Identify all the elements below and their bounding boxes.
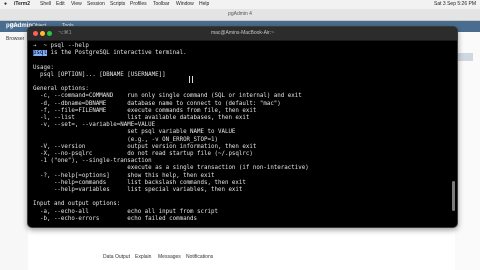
terminal-window[interactable]: ⌥⌘1 mac@Amins-MacBook-Air:~ → ~ psql --h… [27,26,458,228]
browser-tab[interactable]: Browser [6,36,24,42]
terminal-output[interactable]: → ~ psql --help psql is the PostgreSQL in… [28,40,457,227]
terminal-line: -l, --list list available databases, the… [33,115,250,121]
terminal-line: -a, --echo-all echo all input from scrip… [33,208,218,215]
terminal-line: -1 ("one"), --single-transaction [33,158,152,165]
terminal-line: -f, --file=FILENAME execute commands fro… [33,107,257,114]
menu-window[interactable]: Window [176,0,194,9]
menubar-clock[interactable]: Sat 3 Sep 5:26 PM [434,0,476,9]
terminal-line: Input and output options: [33,201,121,208]
terminal-line: (e.g., -v ON_ERROR_STOP=1) [33,136,218,143]
menu-iterm2[interactable]: iTerm2 [14,0,30,9]
terminal-title: mac@Amins-MacBook-Air:~ [210,30,274,36]
terminal-line: -X, --no-psqlrc do not read startup file… [33,151,253,157]
terminal-line: set psql variable NAME to VALUE [33,129,236,136]
tab-explain[interactable]: Explain [135,254,151,260]
selected-text: psql [33,50,47,57]
terminal-line: → ~ psql --help [33,43,89,49]
menu-toolbar[interactable]: Toolbar [153,0,169,9]
menu-session[interactable]: Session [87,0,105,9]
terminal-line: General options: [33,86,89,93]
menu-shell[interactable]: Shell [40,0,51,9]
menu-scripts[interactable]: Scripts [110,0,125,9]
tab-messages[interactable]: Messages [158,254,181,260]
pgadmin-browser-panel: Browser [0,32,29,270]
terminal-line: Usage: [33,64,54,71]
terminal-line: --help=commands list backslash commands,… [33,179,246,186]
apple-icon[interactable]: ● [4,0,7,9]
menu-edit[interactable]: Edit [56,0,65,9]
terminal-line: --help=variables list special variables,… [33,187,243,193]
menu-profiles[interactable]: Profiles [130,0,147,9]
menu-view[interactable]: View [71,0,82,9]
pgadmin-titlebar: pgAdmin 4 [0,9,480,21]
terminal-line: -d, --dbname=DBNAME database name to con… [33,100,281,107]
pgadmin-right-panel [455,32,480,270]
pgadmin-window-title: pgAdmin 4 [228,11,252,17]
terminal-scrollbar[interactable] [452,181,455,211]
terminal-titlebar[interactable]: ⌥⌘1 mac@Amins-MacBook-Air:~ [28,27,457,41]
terminal-line: psql [OPTION]... [DBNAME [USERNAME]] [33,71,166,78]
terminal-line: -c, --command=COMMAND run only single co… [33,93,302,100]
tab-notifications[interactable]: Notifications [186,254,213,260]
menu-help[interactable]: Help [199,0,209,9]
ibeam-cursor-icon [189,76,193,83]
pgadmin-menu-file[interactable]: File [10,21,18,32]
terminal-line: psql is the PostgreSQL interactive termi… [33,50,187,57]
terminal-line: -b, --echo-errors echo failed commands [33,215,198,222]
pgadmin-results-panel: Data Output Explain Messages Notificatio… [28,226,455,270]
terminal-line: -V, --version output version information… [33,143,257,150]
terminal-line: execute as a single transaction (if non-… [33,165,309,172]
terminal-line: -?, --help[=options] show this help, the… [33,172,215,179]
terminal-line: -v, --set=, --variable=NAME=VALUE [33,122,156,129]
tab-data-output[interactable]: Data Output [103,254,130,260]
